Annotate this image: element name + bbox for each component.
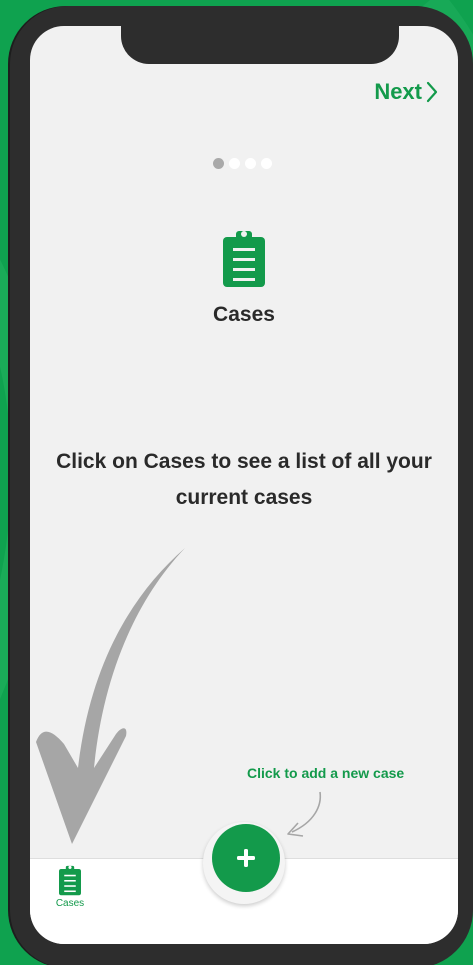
- plus-icon: [237, 849, 255, 867]
- clipboard-icon: [223, 231, 265, 287]
- hero-title: Cases: [213, 303, 275, 326]
- page-dot[interactable]: [245, 158, 256, 169]
- add-case-button[interactable]: [212, 824, 280, 892]
- next-label: Next: [374, 79, 422, 104]
- chevron-right-icon: [426, 81, 438, 103]
- description-text: Click on Cases to see a list of all your…: [56, 450, 432, 509]
- tab-cases[interactable]: Cases: [44, 864, 96, 909]
- add-case-hint: Click to add a new case: [247, 765, 405, 781]
- page-dot[interactable]: [213, 158, 224, 169]
- next-button[interactable]: Next: [374, 79, 438, 105]
- page-dot[interactable]: [261, 158, 272, 169]
- tab-cases-label: Cases: [55, 898, 85, 909]
- page-dot[interactable]: [229, 158, 240, 169]
- phone-notch: [121, 26, 399, 64]
- screen: Next Cases Click on Cases to see a list …: [30, 26, 458, 944]
- page-indicator: [213, 158, 272, 169]
- clipboard-icon: [59, 865, 81, 896]
